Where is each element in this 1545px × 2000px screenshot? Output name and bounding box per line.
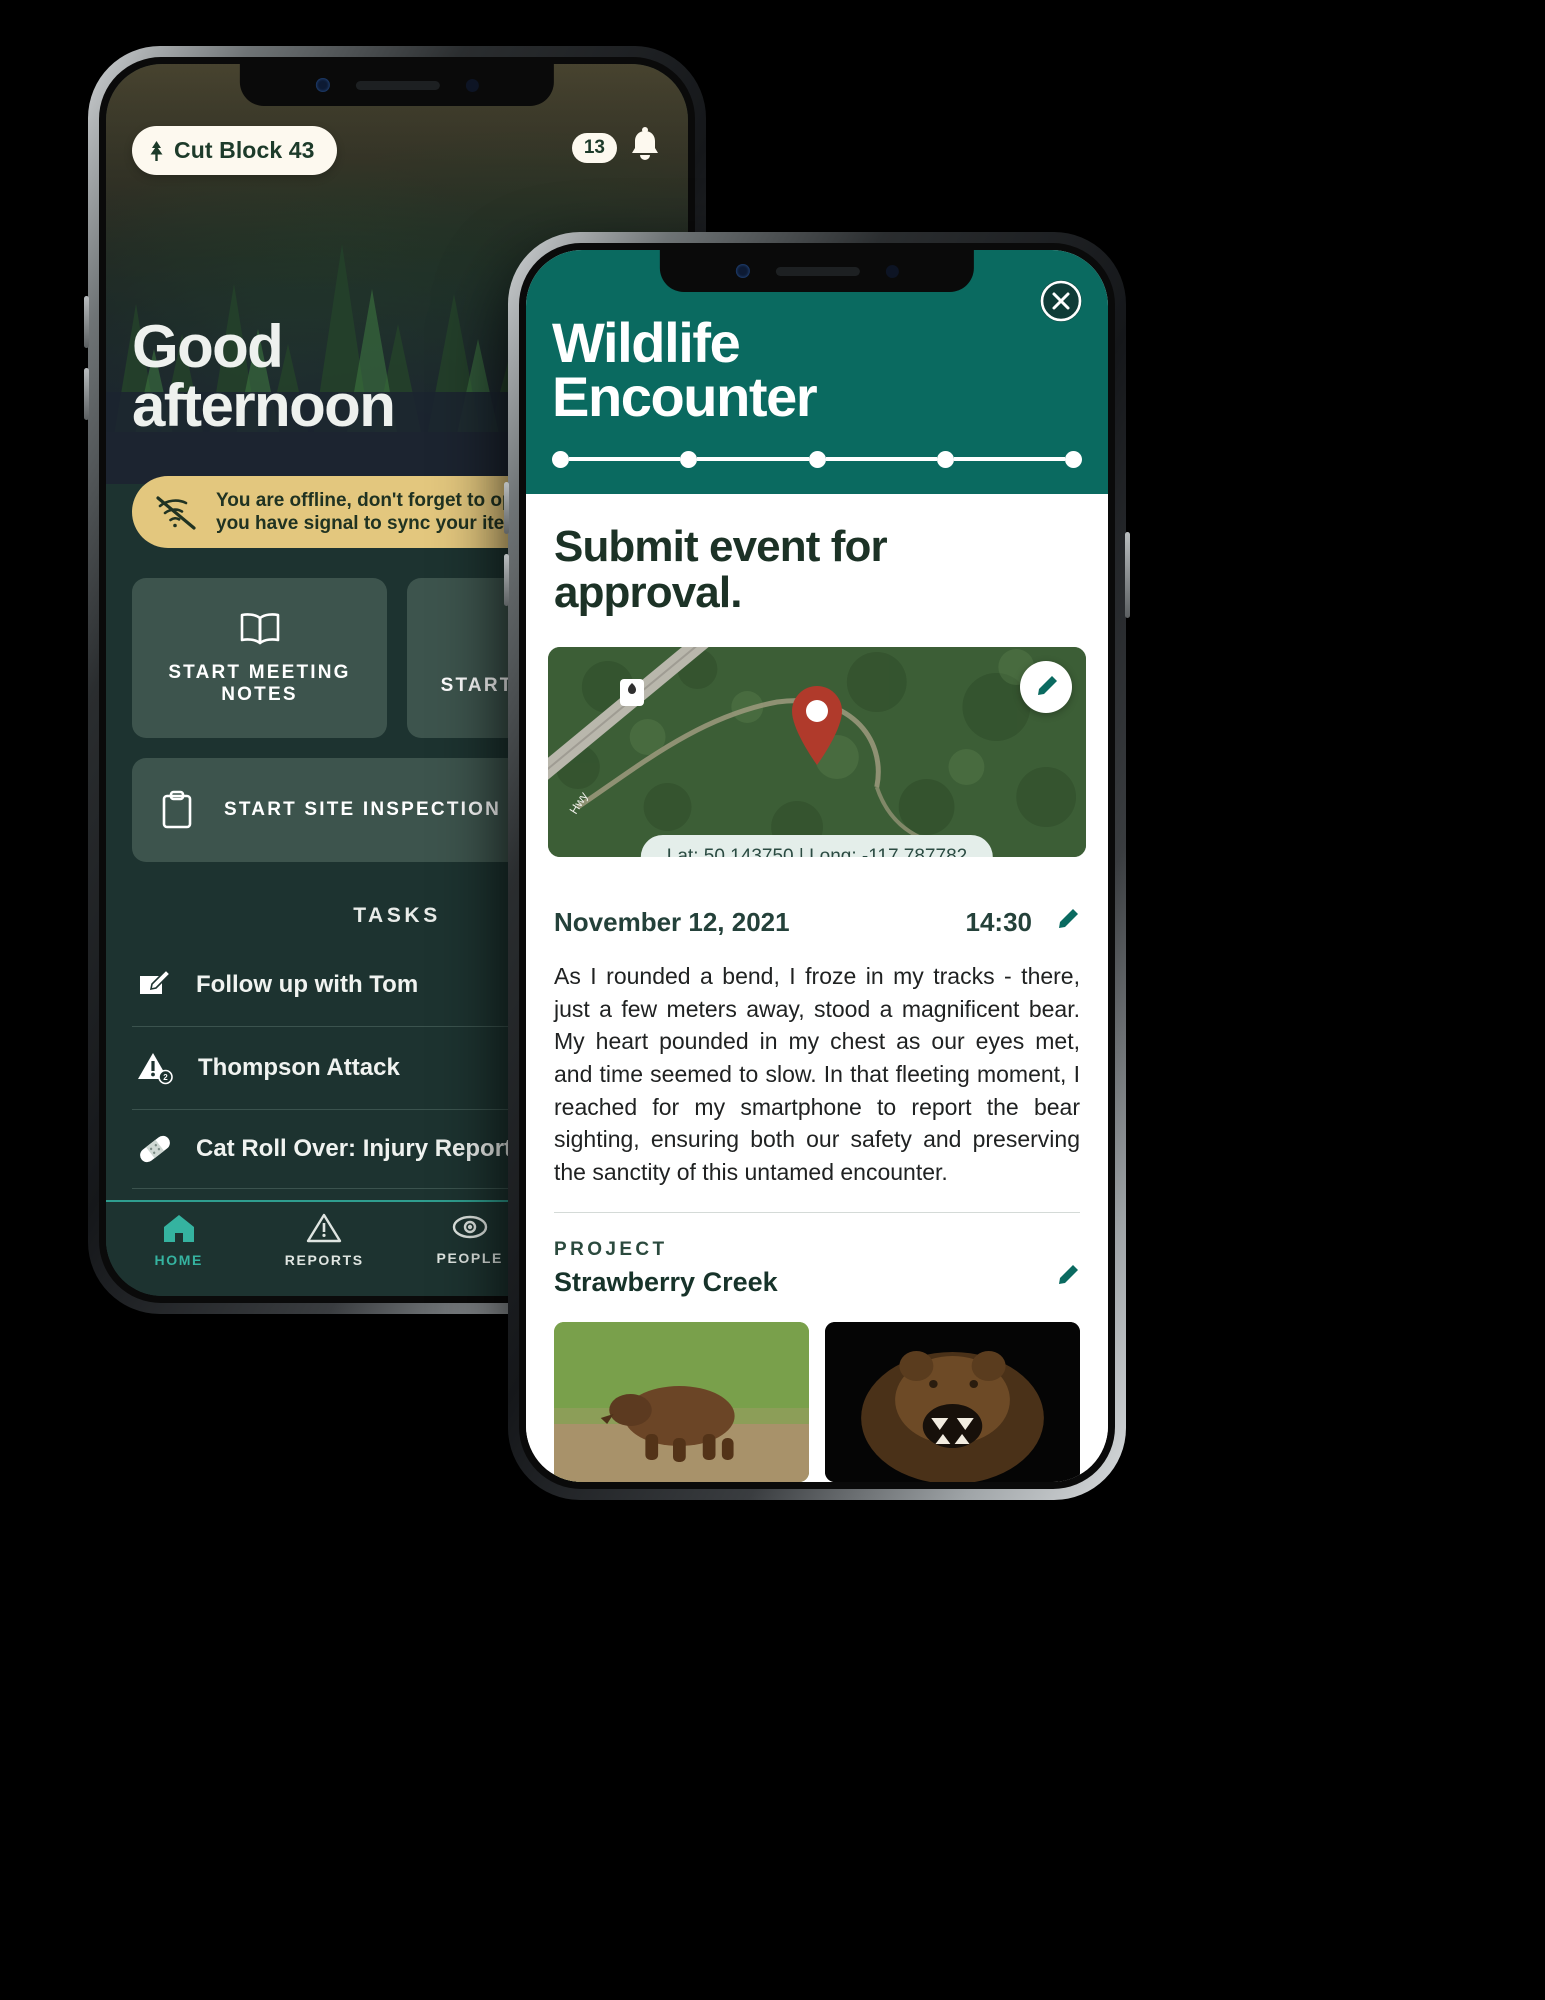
close-circle-icon (1040, 280, 1082, 322)
step-line (825, 457, 937, 462)
task-label: Follow up with Tom (196, 971, 419, 998)
tab-reports[interactable]: REPORTS (252, 1212, 398, 1268)
photo-thumbnail[interactable] (825, 1322, 1080, 1482)
start-meeting-notes-tile[interactable]: START MEETING NOTES (132, 578, 387, 738)
wifi-off-icon (156, 496, 196, 530)
location-chip-label: Cut Block 43 (174, 137, 315, 163)
sensor-icon (885, 264, 899, 278)
close-button[interactable] (1040, 280, 1082, 322)
edit-square-icon (140, 968, 172, 994)
page-title-line-2: Encounter (552, 365, 818, 429)
device-notch (659, 250, 975, 292)
project-info: PROJECT Strawberry Creek (554, 1239, 778, 1298)
tab-reports-label: REPORTS (284, 1252, 364, 1268)
tree-icon (150, 140, 163, 161)
task-label: Cat Roll Over: Injury Report (196, 1135, 513, 1162)
earpiece-speaker (355, 80, 440, 90)
section-title: Submit event for approval. (554, 521, 888, 618)
greeting-heading: Good afternoon (132, 313, 396, 440)
location-map[interactable]: Hwy Lat: 50.143750 | Long: -117.787782 (548, 646, 1086, 857)
step-dot-1[interactable] (552, 450, 569, 468)
book-open-icon (240, 613, 279, 645)
map-pin-icon[interactable] (786, 681, 848, 767)
step-dot-4[interactable] (936, 450, 954, 468)
project-label: PROJECT (554, 1239, 668, 1261)
device-notch (239, 64, 555, 106)
event-time: 14:30 (965, 906, 1033, 937)
sensor-icon (465, 78, 479, 92)
coordinates-pill: Lat: 50.143750 | Long: -117.787782 (640, 834, 994, 857)
tab-people-label: PEOPLE (436, 1250, 503, 1266)
bell-icon[interactable] (624, 126, 666, 170)
event-description: As I rounded a bend, I froze in my track… (554, 962, 1080, 1185)
notifications-control[interactable]: 13 (571, 126, 666, 170)
edit-location-button[interactable] (1020, 660, 1072, 713)
earpiece-speaker (775, 266, 860, 276)
step-dot-3[interactable] (808, 450, 826, 468)
edit-datetime-button[interactable] (1054, 907, 1080, 938)
volume-up-button[interactable] (84, 296, 89, 348)
bandage-icon (140, 1135, 170, 1163)
page-title: Wildlife Encounter (552, 311, 1082, 429)
volume-down-button[interactable] (504, 554, 509, 606)
location-chip[interactable]: Cut Block 43 (132, 126, 337, 175)
event-date: November 12, 2021 (554, 906, 790, 937)
camera-marker-icon[interactable] (620, 678, 644, 706)
phone-mockup-wildlife-encounter: Wildlife Encounter Submit event for appr… (504, 232, 1130, 1500)
warning-triangle-icon: 2 (138, 1053, 173, 1085)
greeting-line-1: Good (132, 313, 284, 381)
volume-up-button[interactable] (504, 482, 509, 534)
task-label: Thompson Attack (198, 1054, 400, 1081)
clipboard-icon (162, 790, 192, 829)
pencil-icon (1059, 908, 1078, 928)
eye-icon (452, 1215, 487, 1239)
page-title-line-1: Wildlife (552, 311, 741, 374)
photo-thumbnail[interactable] (554, 1322, 809, 1482)
step-line (697, 457, 809, 462)
step-dot-5[interactable] (1065, 450, 1082, 468)
project-name: Strawberry Creek (554, 1267, 778, 1298)
edit-project-button[interactable] (1054, 1263, 1080, 1298)
photo-attachments (526, 1298, 1108, 1482)
screen-content[interactable]: Submit event for approval. Hwy Lat: 50.1… (526, 493, 1108, 1482)
home-icon (163, 1215, 194, 1242)
notification-count-badge: 13 (571, 133, 617, 163)
warning-triangle-icon (307, 1213, 342, 1243)
tab-home[interactable]: HOME (106, 1212, 252, 1268)
progress-stepper (552, 450, 1082, 468)
brown-bear-walking-photo (554, 1322, 809, 1482)
wildlife-encounter-screen: Wildlife Encounter Submit event for appr… (526, 250, 1108, 1482)
front-camera-icon (315, 78, 330, 92)
task-badge-count: 2 (163, 1073, 168, 1082)
greeting-line-2: afternoon (132, 372, 396, 440)
start-site-inspection-label: START SITE INSPECTION (224, 799, 502, 820)
start-meeting-notes-label: START MEETING NOTES (168, 662, 351, 705)
step-dot-2[interactable] (680, 450, 698, 468)
screenshot-stage: Cut Block 43 13 Good afternoon You are o… (0, 0, 1545, 2000)
step-line (569, 457, 681, 462)
project-row: PROJECT Strawberry Creek (526, 1213, 1108, 1298)
bear-roaring-photo (825, 1322, 1080, 1482)
volume-down-button[interactable] (84, 368, 89, 420)
pencil-icon (1038, 675, 1057, 695)
step-line (953, 457, 1065, 462)
front-camera-icon (735, 264, 750, 278)
pencil-icon (1059, 1265, 1078, 1285)
tab-home-label: HOME (154, 1252, 203, 1268)
power-button[interactable] (1125, 532, 1130, 618)
event-datetime-row: November 12, 2021 14:30 (526, 857, 1108, 938)
